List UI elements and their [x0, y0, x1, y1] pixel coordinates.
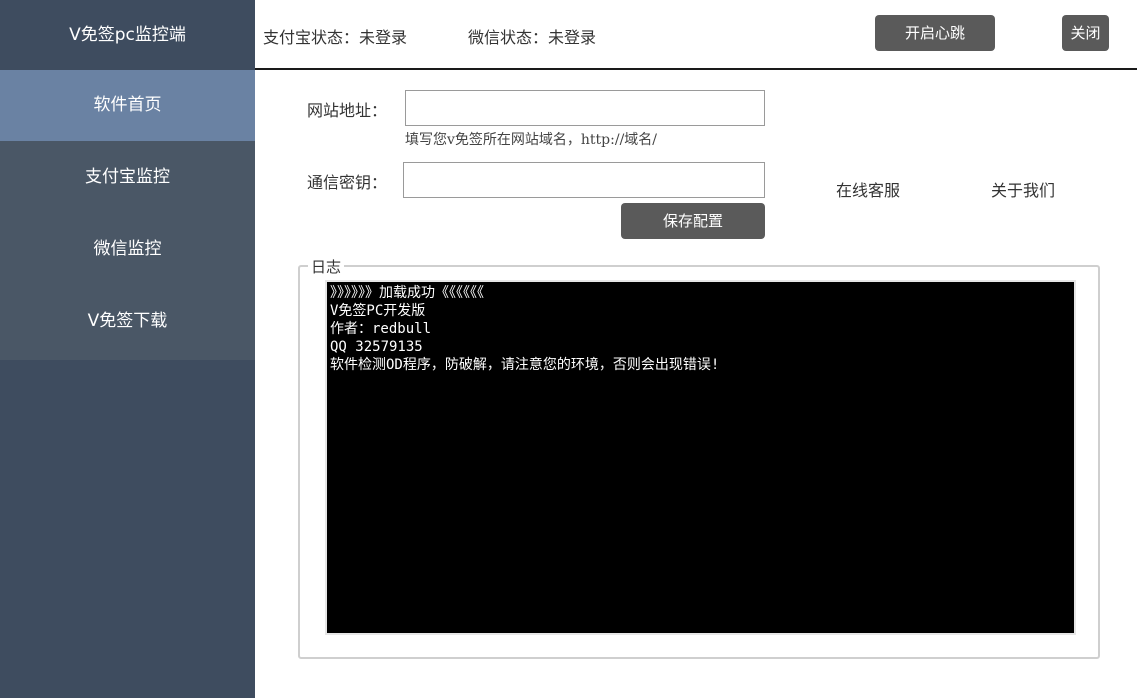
heartbeat-button[interactable]: 开启心跳: [875, 15, 995, 51]
url-label: 网站地址：: [307, 101, 388, 120]
sidebar-item-home[interactable]: 软件首页: [0, 70, 255, 141]
log-legend: 日志: [308, 256, 345, 277]
alipay-status: 支付宝状态：未登录: [263, 28, 408, 47]
close-button[interactable]: 关闭: [1062, 15, 1109, 51]
sidebar-menu: 软件首页 支付宝监控 微信监控 V免签下载: [0, 70, 255, 360]
save-config-button[interactable]: 保存配置: [621, 203, 765, 239]
log-console[interactable]: 》》》》》》加载成功《《《《《《 V免签PC开发版 作者：redbull QQ …: [325, 280, 1076, 635]
key-label: 通信密钥：: [307, 173, 388, 192]
log-line: QQ 32579135: [330, 339, 423, 355]
app-title: V免签pc监控端: [0, 0, 255, 70]
about-us-link[interactable]: 关于我们: [991, 177, 1055, 201]
sidebar-item-alipay-monitor[interactable]: 支付宝监控: [0, 141, 255, 213]
key-input[interactable]: [403, 162, 765, 198]
log-line: 软件检测OD程序，防破解，请注意您的环境，否则会出现错误!: [330, 357, 720, 373]
url-hint: 填写您v免签所在网站域名，http://域名/: [405, 132, 658, 148]
sidebar: V免签pc监控端 软件首页 支付宝监控 微信监控 V免签下载: [0, 0, 255, 698]
sidebar-item-download[interactable]: V免签下载: [0, 285, 255, 357]
sidebar-item-wechat-monitor[interactable]: 微信监控: [0, 213, 255, 285]
url-input[interactable]: [405, 90, 765, 126]
log-line: V免签PC开发版: [330, 303, 426, 319]
customer-service-link[interactable]: 在线客服: [836, 177, 900, 201]
top-bar: 支付宝状态：未登录 微信状态：未登录 开启心跳 关闭: [255, 0, 1137, 70]
log-line: 》》》》》》加载成功《《《《《《: [330, 285, 484, 301]
wechat-status: 微信状态：未登录: [468, 28, 597, 47]
log-line: 作者：redbull: [330, 321, 432, 337]
